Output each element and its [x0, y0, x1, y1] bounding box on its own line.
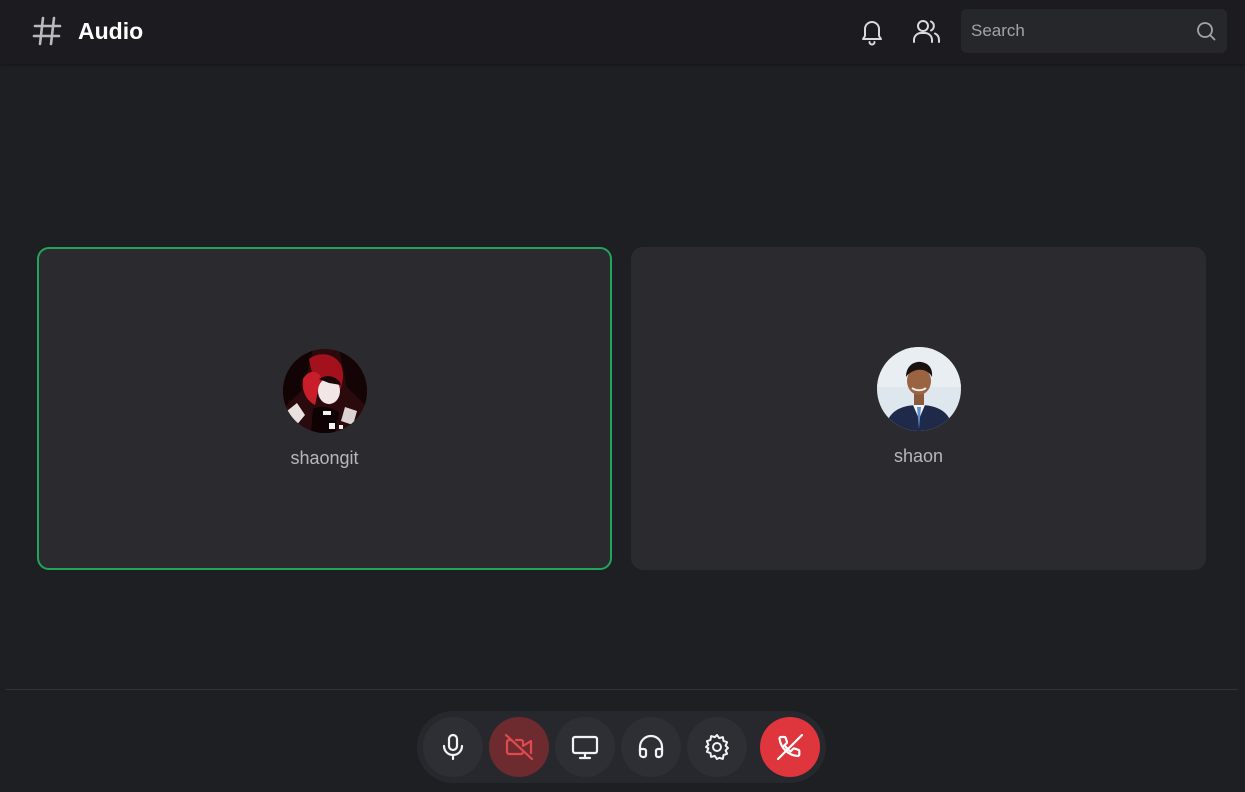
toggle-camera-button[interactable] — [489, 717, 549, 777]
mute-microphone-button[interactable] — [423, 717, 483, 777]
users-icon — [913, 20, 940, 43]
settings-gear-icon — [705, 734, 729, 760]
participant-tile-shaongit[interactable]: shaongit — [37, 247, 612, 570]
share-screen-button[interactable] — [555, 717, 615, 777]
divider — [6, 689, 1238, 690]
camera-off-icon — [504, 733, 534, 761]
search-box — [961, 9, 1227, 53]
avatar — [282, 349, 367, 433]
screen-share-icon — [571, 735, 599, 760]
participant-tile-shaon[interactable]: shaon — [631, 247, 1206, 570]
search-input[interactable] — [961, 9, 1186, 53]
microphone-icon — [442, 733, 464, 761]
leave-call-button[interactable] — [760, 717, 820, 777]
participant-name: shaon — [893, 446, 944, 466]
deafen-button[interactable] — [621, 717, 681, 777]
call-controls-bar — [417, 711, 826, 783]
anime-avatar-image — [282, 349, 367, 433]
member-list-button[interactable] — [910, 15, 942, 47]
bell-icon — [862, 21, 882, 46]
hashtag-channel-icon — [32, 16, 62, 46]
channel-title: Audio — [78, 18, 144, 44]
phone-hangup-icon — [776, 733, 804, 761]
channel-header: Audio — [0, 0, 1245, 64]
voice-call-window: Audio Search shaongit shaon — [0, 0, 1245, 792]
settings-button[interactable] — [687, 717, 747, 777]
participant-name: shaongit — [290, 448, 359, 468]
headphones-icon — [638, 734, 664, 759]
profile-photo-avatar — [876, 347, 961, 431]
notifications-button[interactable] — [856, 15, 888, 47]
avatar — [876, 347, 961, 431]
search-icon[interactable] — [1195, 20, 1217, 42]
